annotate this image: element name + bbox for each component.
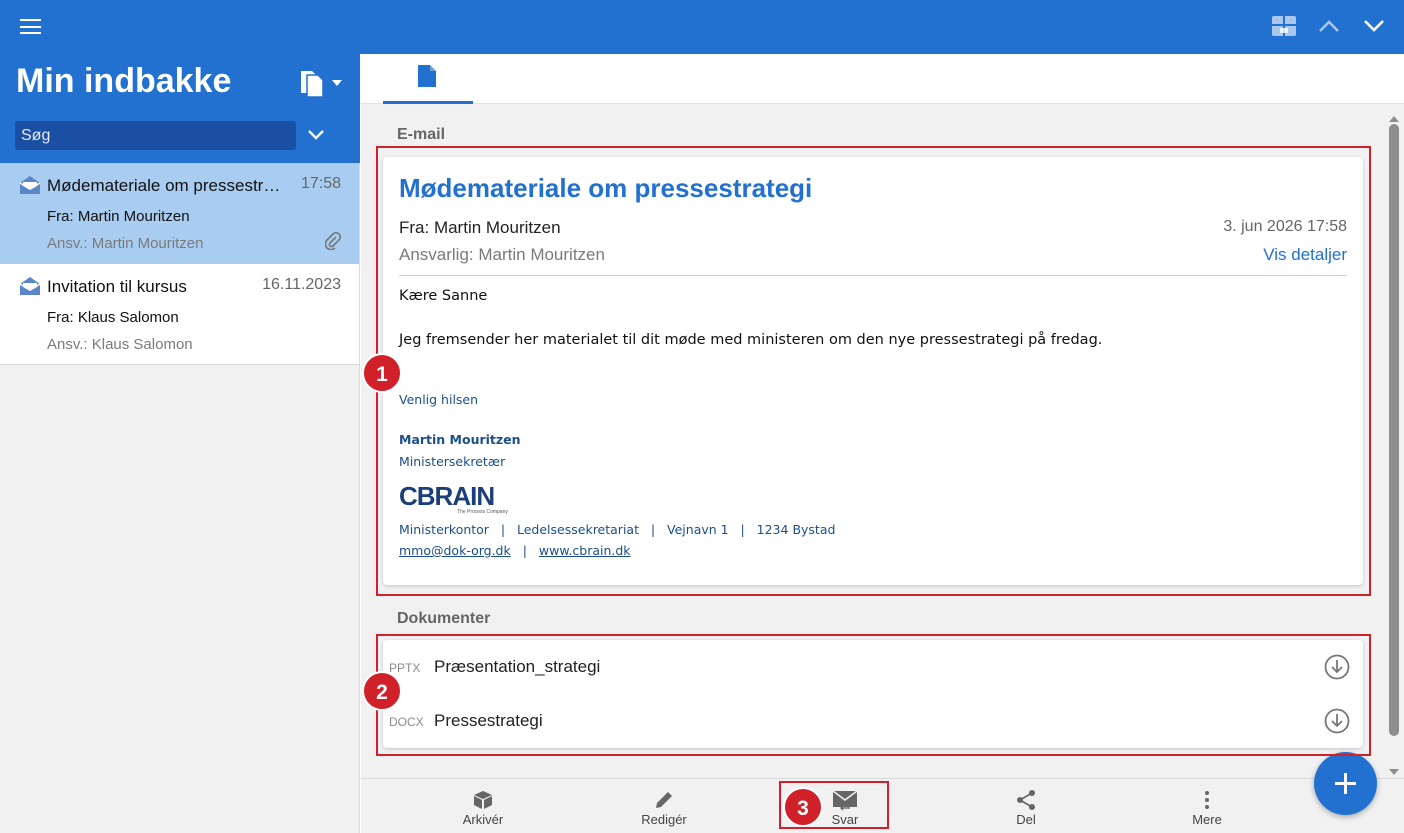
action-toolbar: Arkivér Redigér Svar Del Mere (361, 778, 1404, 833)
paperclip-icon (324, 231, 342, 255)
hamburger-menu-icon[interactable] (20, 19, 41, 34)
envelope-open-icon (19, 276, 41, 301)
more-vertical-icon (1205, 791, 1209, 809)
mail-list-item[interactable]: Invitation til kursus 16.11.2023 Fra: Kl… (0, 264, 359, 365)
signature-closing: Venlig hilsen (399, 392, 479, 407)
documents-card: PPTX Præsentation_strategi DOCX Pressest… (383, 640, 1363, 748)
scrollbar-thumb[interactable] (1389, 124, 1399, 736)
signature-separator: | (522, 543, 527, 558)
divider (399, 275, 1347, 276)
archive-button[interactable]: Arkivér (423, 779, 543, 833)
download-icon[interactable] (1324, 708, 1350, 739)
chevron-up-icon[interactable] (1317, 16, 1341, 41)
document-row[interactable]: DOCX Pressestrategi (383, 694, 1363, 748)
search-input[interactable] (15, 121, 296, 150)
annotation-badge: 3 (783, 787, 823, 827)
email-date: 3. jun 2026 17:58 (1223, 218, 1347, 235)
email-section-label: E-mail (397, 126, 446, 143)
add-fab-button[interactable] (1314, 752, 1377, 815)
app-header (0, 0, 1404, 54)
document-type: DOCX (389, 715, 424, 729)
documents-section-label: Dokumenter (397, 610, 491, 627)
mail-from: Fra: Martin Mouritzen (47, 208, 190, 225)
edit-button[interactable]: Redigér (604, 779, 724, 833)
annotation-badge: 1 (362, 353, 402, 393)
more-label: Mere (1192, 812, 1222, 827)
email-greeting: Kære Sanne (399, 288, 488, 304)
email-from: Fra: Martin Mouritzen (399, 218, 561, 237)
signature-address: Ministerkontor | Ledelsessekretariat | V… (399, 522, 836, 537)
document-row[interactable]: PPTX Præsentation_strategi (383, 640, 1363, 694)
show-details-link[interactable]: Vis detaljer (1263, 245, 1347, 265)
inbox-panel: Min indbakke Mødemateriale om pressestr…… (0, 54, 360, 833)
reading-pane: E-mail Mødemateriale om pressestrategi F… (361, 54, 1404, 833)
email-card: Mødemateriale om pressestrategi Fra: Mar… (383, 157, 1363, 585)
share-icon (1017, 790, 1035, 810)
email-responsible: Ansvarlig: Martin Mouritzen (399, 245, 605, 264)
reply-envelope-icon (832, 790, 858, 811)
cbrain-logo: CBRAIN The Process Company (399, 481, 519, 520)
pencil-icon (656, 792, 672, 808)
archive-box-icon (474, 791, 492, 809)
signature-email-link[interactable]: mmo@dok-org.dk (399, 543, 511, 558)
document-name: Præsentation_strategi (434, 657, 601, 676)
document-name: Pressestrategi (434, 711, 543, 730)
document-type: PPTX (389, 661, 421, 675)
inbox-header: Min indbakke (0, 54, 360, 163)
reading-tabbar (361, 54, 1404, 104)
signature-contact: mmo@dok-org.dk | www.cbrain.dk (399, 543, 631, 558)
search-options-chevron-icon[interactable] (306, 127, 326, 148)
mail-time: 16.11.2023 (262, 276, 341, 293)
signature-title: Ministersekretær (399, 454, 506, 469)
share-label: Del (1016, 812, 1036, 827)
mail-responsible: Ansv.: Martin Mouritzen (47, 235, 204, 252)
edit-label: Redigér (641, 812, 687, 827)
signature-website-link[interactable]: www.cbrain.dk (539, 543, 631, 558)
dossier-box-icon[interactable] (1271, 13, 1297, 44)
mail-subject: Mødemateriale om pressestr… (47, 176, 281, 195)
annotation-badge: 2 (362, 671, 402, 711)
chevron-down-icon[interactable] (1362, 16, 1386, 41)
more-button[interactable]: Mere (1147, 779, 1267, 833)
archive-label: Arkivér (462, 812, 504, 827)
signature-name: Martin Mouritzen (399, 432, 521, 447)
documents-dropdown-icon[interactable] (297, 67, 345, 104)
tab-document[interactable] (383, 54, 473, 104)
envelope-open-icon (19, 175, 41, 200)
mail-time: 17:58 (300, 175, 341, 192)
mail-list-item[interactable]: Mødemateriale om pressestr… 17:58 Fra: M… (0, 163, 359, 264)
mail-from: Fra: Klaus Salomon (47, 309, 179, 326)
email-subject: Mødemateriale om pressestrategi (399, 173, 813, 203)
mail-subject: Invitation til kursus (47, 277, 187, 296)
share-button[interactable]: Del (966, 779, 1086, 833)
mail-responsible: Ansv.: Klaus Salomon (47, 336, 193, 353)
logo-tagline: The Process Company (457, 509, 508, 515)
plus-icon (1335, 773, 1356, 794)
inbox-title: Min indbakke (16, 62, 232, 100)
logo-text: CBRAIN (399, 483, 494, 511)
download-icon[interactable] (1324, 654, 1350, 685)
email-body: Jeg fremsender her materialet til dit mø… (399, 332, 1103, 348)
